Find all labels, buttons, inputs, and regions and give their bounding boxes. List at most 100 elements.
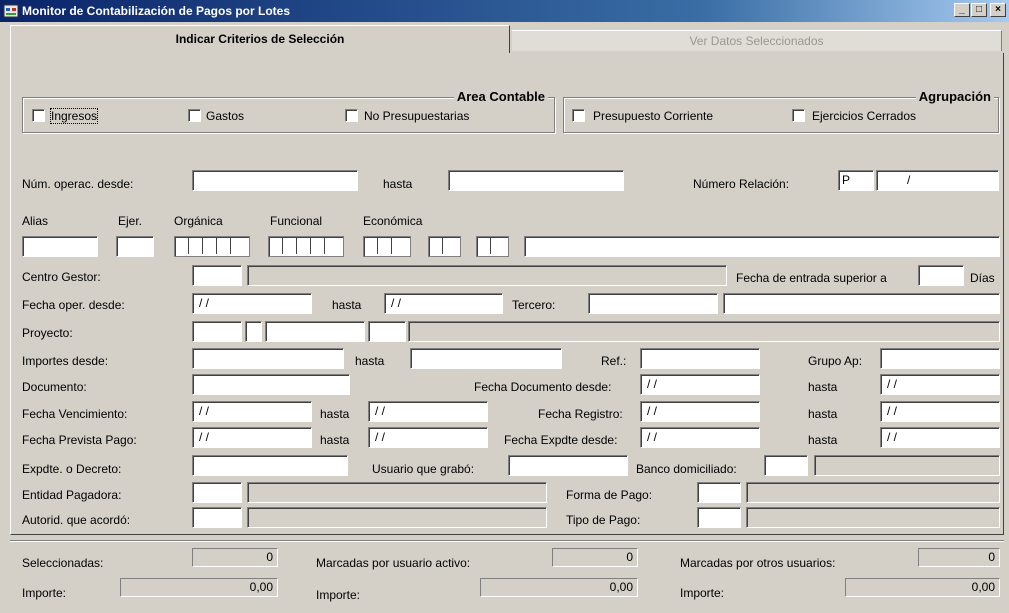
grupo-ap-input[interactable] bbox=[880, 348, 1000, 369]
num-operac-desde-label: Núm. operac. desde: bbox=[22, 177, 134, 191]
expdte-decreto-input[interactable] bbox=[192, 455, 348, 476]
fecha-registro-desde-input[interactable]: / / bbox=[640, 401, 760, 422]
title-bar: Monitor de Contabilización de Pagos por … bbox=[0, 0, 1009, 22]
tercero-input[interactable] bbox=[588, 293, 718, 314]
fecha-documento-desde-input[interactable]: / / bbox=[640, 374, 760, 395]
expdte-decreto-label: Expdte. o Decreto: bbox=[22, 462, 122, 476]
presupuesto-corriente-checkbox[interactable] bbox=[572, 109, 585, 122]
usuario-grabo-input[interactable] bbox=[508, 455, 628, 476]
importes-hasta-label: hasta bbox=[355, 354, 385, 368]
marcadas-usuario-count: 0 bbox=[552, 548, 638, 567]
num-operac-hasta-input[interactable] bbox=[448, 170, 624, 191]
tercero-label: Tercero: bbox=[512, 298, 556, 312]
gastos-checkbox[interactable] bbox=[188, 109, 201, 122]
centro-gestor-label: Centro Gestor: bbox=[22, 270, 101, 284]
maximize-button[interactable]: □ bbox=[971, 3, 987, 17]
forma-pago-label: Forma de Pago: bbox=[566, 488, 653, 502]
marcadas-otros-count: 0 bbox=[918, 548, 1000, 567]
fecha-expdte-hasta-label: hasta bbox=[808, 433, 838, 447]
banco-domiciliado-descripcion bbox=[814, 455, 1000, 476]
organica-input[interactable] bbox=[174, 236, 250, 257]
proyecto-descripcion bbox=[408, 321, 1000, 342]
fecha-entrada-superior-label: Fecha de entrada superior a bbox=[736, 271, 887, 285]
tab-ver-datos-label: Ver Datos Seleccionados bbox=[689, 34, 824, 48]
importes-desde-label: Importes desde: bbox=[22, 354, 109, 368]
tercero-descripcion-input[interactable] bbox=[723, 293, 1000, 314]
economica-label: Económica bbox=[363, 214, 423, 228]
ingresos-checkbox[interactable] bbox=[32, 109, 45, 122]
agrupacion-title: Agrupación bbox=[915, 89, 994, 104]
fecha-expdte-desde-input[interactable]: / / bbox=[640, 427, 760, 448]
fecha-vencimiento-hasta-label: hasta bbox=[320, 407, 350, 421]
fecha-registro-hasta-label: hasta bbox=[808, 407, 838, 421]
fecha-vencimiento-label: Fecha Vencimiento: bbox=[22, 407, 128, 421]
ejercicios-cerrados-label: Ejercicios Cerrados bbox=[812, 109, 917, 123]
proyecto-input-3[interactable] bbox=[265, 321, 365, 342]
fecha-vencimiento-hasta-input[interactable]: / / bbox=[368, 401, 488, 422]
economica-input-2[interactable] bbox=[428, 236, 461, 257]
numero-relacion-input[interactable]: / bbox=[876, 170, 999, 191]
entidad-pagadora-descripcion bbox=[247, 482, 547, 503]
ejercicios-cerrados-checkbox[interactable] bbox=[792, 109, 805, 122]
banco-domiciliado-input[interactable] bbox=[764, 455, 808, 476]
usuario-grabo-label: Usuario que grabó: bbox=[372, 462, 475, 476]
seleccionadas-count: 0 bbox=[192, 548, 278, 567]
forma-pago-input[interactable] bbox=[697, 482, 741, 503]
ref-input[interactable] bbox=[640, 348, 760, 369]
fecha-registro-hasta-input[interactable]: / / bbox=[880, 401, 1000, 422]
economica-input-3[interactable] bbox=[476, 236, 509, 257]
fecha-documento-hasta-input[interactable]: / / bbox=[880, 374, 1000, 395]
tipo-pago-input[interactable] bbox=[697, 507, 741, 528]
no-presupuestarias-checkbox[interactable] bbox=[345, 109, 358, 122]
fecha-expdte-hasta-input[interactable]: / / bbox=[880, 427, 1000, 448]
numero-relacion-prefix-input[interactable]: P bbox=[838, 170, 874, 191]
marcadas-usuario-label: Marcadas por usuario activo: bbox=[316, 556, 471, 570]
gastos-label: Gastos bbox=[206, 109, 245, 123]
fecha-documento-desde-label: Fecha Documento desde: bbox=[474, 380, 612, 394]
fecha-prevista-pago-desde-input[interactable]: / / bbox=[192, 427, 312, 448]
proyecto-input-4[interactable] bbox=[368, 321, 406, 342]
autorid-acordo-input[interactable] bbox=[192, 507, 242, 528]
proyecto-input-1[interactable] bbox=[192, 321, 242, 342]
ref-label: Ref.: bbox=[601, 354, 627, 368]
entidad-pagadora-input[interactable] bbox=[192, 482, 242, 503]
centro-gestor-input[interactable] bbox=[192, 265, 242, 286]
area-contable-group: Area Contable bbox=[22, 89, 555, 133]
autorid-acordo-descripcion bbox=[247, 507, 547, 528]
fecha-prevista-pago-hasta-input[interactable]: / / bbox=[368, 427, 488, 448]
no-presupuestarias-label: No Presupuestarias bbox=[364, 109, 470, 123]
fecha-prevista-pago-hasta-label: hasta bbox=[320, 433, 350, 447]
economica-descripcion-input[interactable] bbox=[524, 236, 1000, 257]
tab-ver-datos[interactable]: Ver Datos Seleccionados bbox=[512, 30, 1002, 51]
minimize-button[interactable]: _ bbox=[954, 3, 970, 17]
fecha-entrada-dias-input[interactable] bbox=[918, 265, 964, 286]
banco-domiciliado-label: Banco domiciliado: bbox=[636, 462, 737, 476]
fecha-expdte-desde-label: Fecha Expdte desde: bbox=[504, 433, 618, 447]
documento-input[interactable] bbox=[192, 374, 350, 395]
importes-desde-input[interactable] bbox=[192, 348, 344, 369]
close-button[interactable]: × bbox=[990, 3, 1006, 17]
fecha-oper-desde-label: Fecha oper. desde: bbox=[22, 298, 125, 312]
fecha-vencimiento-desde-input[interactable]: / / bbox=[192, 401, 312, 422]
funcional-input[interactable] bbox=[268, 236, 344, 257]
funcional-label: Funcional bbox=[270, 214, 323, 228]
tab-indicar-criterios[interactable]: Indicar Criterios de Selección bbox=[10, 25, 510, 53]
economica-input-1[interactable] bbox=[363, 236, 411, 257]
alias-input[interactable] bbox=[22, 236, 98, 257]
importe-seleccionadas-value: 0,00 bbox=[120, 578, 278, 597]
documento-label: Documento: bbox=[22, 380, 87, 394]
proyecto-input-2[interactable] bbox=[245, 321, 262, 342]
importe-otros-label: Importe: bbox=[680, 586, 725, 600]
num-operac-desde-input[interactable] bbox=[192, 170, 358, 191]
fecha-oper-hasta-input[interactable]: / / bbox=[384, 293, 503, 314]
window-title: Monitor de Contabilización de Pagos por … bbox=[22, 4, 291, 18]
importes-hasta-input[interactable] bbox=[410, 348, 562, 369]
alias-label: Alias bbox=[22, 214, 49, 228]
num-operac-hasta-label: hasta bbox=[383, 177, 413, 191]
seleccionadas-label: Seleccionadas: bbox=[22, 556, 104, 570]
fecha-documento-hasta-label: hasta bbox=[808, 380, 838, 394]
fecha-oper-desde-input[interactable]: / / bbox=[192, 293, 312, 314]
ejer-input[interactable] bbox=[116, 236, 154, 257]
importe-otros-value: 0,00 bbox=[845, 578, 1000, 597]
importe-usuario-label: Importe: bbox=[316, 588, 361, 602]
